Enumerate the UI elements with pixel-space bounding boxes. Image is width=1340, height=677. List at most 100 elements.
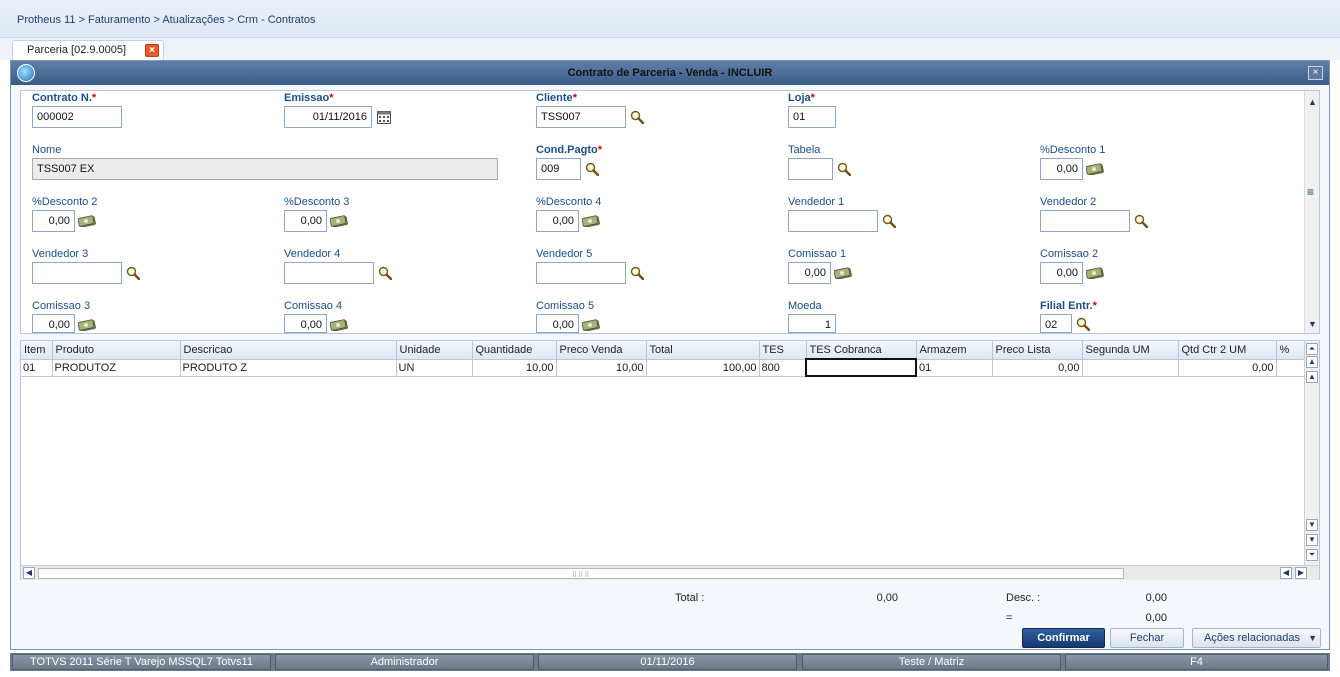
search-icon[interactable] bbox=[126, 266, 140, 280]
condpagto-field[interactable]: 009 bbox=[536, 158, 581, 180]
status-user: Administrador bbox=[275, 654, 534, 670]
emissao-field[interactable]: 01/11/2016 bbox=[284, 106, 372, 128]
desconto2-field[interactable]: 0,00 bbox=[32, 210, 75, 232]
calculator-icon[interactable] bbox=[330, 215, 348, 227]
form-scrollbar[interactable]: ▲ ≡ ▼ bbox=[1304, 91, 1319, 333]
tab-parceria[interactable]: Parceria [02.9.0005] × bbox=[12, 40, 164, 60]
scroll-thumb[interactable]: ⠿⠿⠿ bbox=[38, 568, 1124, 579]
calculator-icon[interactable] bbox=[582, 319, 600, 331]
col-header[interactable]: Produto bbox=[52, 341, 181, 360]
calculator-icon[interactable] bbox=[330, 319, 348, 331]
grid-horizontal-scrollbar[interactable]: ◀ ⠿⠿⠿ ◀ ▶ bbox=[21, 565, 1319, 580]
cell-quantidade[interactable]: 10,00 bbox=[472, 359, 557, 377]
search-icon[interactable] bbox=[882, 214, 896, 228]
contrato-field[interactable]: 000002 bbox=[32, 106, 122, 128]
search-icon[interactable] bbox=[1076, 317, 1090, 331]
vendedor3-field[interactable] bbox=[32, 262, 122, 284]
col-header[interactable]: Descricao bbox=[180, 341, 397, 360]
comissao1-field[interactable]: 0,00 bbox=[788, 262, 831, 284]
scroll-up-icon[interactable]: ▲ bbox=[1306, 371, 1318, 383]
desconto3-field[interactable]: 0,00 bbox=[284, 210, 327, 232]
cell-preco-venda[interactable]: 10,00 bbox=[556, 359, 647, 377]
cliente-field[interactable]: TSS007 bbox=[536, 106, 626, 128]
vendedor2-field[interactable] bbox=[1040, 210, 1130, 232]
scroll-left-icon[interactable]: ◀ bbox=[1280, 567, 1292, 579]
scroll-handle-icon[interactable]: ≡ bbox=[1307, 185, 1314, 199]
calculator-icon[interactable] bbox=[1086, 267, 1104, 279]
col-header[interactable]: Total bbox=[646, 341, 760, 360]
cell-preco-lista[interactable]: 0,00 bbox=[992, 359, 1083, 377]
search-icon[interactable] bbox=[630, 266, 644, 280]
loja-field[interactable]: 01 bbox=[788, 106, 836, 128]
scroll-down-icon[interactable]: ▼ bbox=[1306, 519, 1318, 531]
tabela-field[interactable] bbox=[788, 158, 833, 180]
cell-armazem[interactable]: 01 bbox=[916, 359, 993, 377]
comissao1-label: Comissao 1 bbox=[788, 248, 847, 260]
scroll-bottom-icon[interactable]: ⏷ bbox=[1306, 549, 1318, 561]
cell-produto[interactable]: PRODUTOZ bbox=[52, 359, 181, 377]
scroll-page-up-icon[interactable]: ▲ bbox=[1306, 356, 1318, 368]
close-tab-icon[interactable]: × bbox=[145, 44, 159, 57]
calculator-icon[interactable] bbox=[78, 215, 96, 227]
calculator-icon[interactable] bbox=[1086, 163, 1104, 175]
fechar-button[interactable]: Fechar bbox=[1110, 628, 1184, 648]
cell-item[interactable]: 01 bbox=[21, 359, 53, 377]
comissao4-field[interactable]: 0,00 bbox=[284, 314, 327, 333]
scroll-left-icon[interactable]: ◀ bbox=[23, 567, 35, 579]
cell-total[interactable]: 100,00 bbox=[646, 359, 760, 377]
cell-qtd-ctr-2um[interactable]: 0,00 bbox=[1178, 359, 1277, 377]
search-icon[interactable] bbox=[630, 110, 644, 124]
nome-field[interactable]: TSS007 EX bbox=[32, 158, 498, 180]
cell-tes-cobranca[interactable] bbox=[805, 358, 917, 377]
chevron-down-icon: ▼ bbox=[1308, 633, 1317, 643]
col-header[interactable]: Quantidade bbox=[472, 341, 557, 360]
scroll-right-icon[interactable]: ▶ bbox=[1295, 567, 1307, 579]
moeda-field[interactable]: 1 bbox=[788, 314, 836, 333]
comissao3-field[interactable]: 0,00 bbox=[32, 314, 75, 333]
table-row[interactable]: 01 PRODUTOZ PRODUTO Z UN 10,00 10,00 100… bbox=[21, 358, 1306, 377]
cell-unidade[interactable]: UN bbox=[396, 359, 473, 377]
col-header[interactable]: % bbox=[1276, 341, 1306, 360]
grid-vertical-scrollbar[interactable]: ⏶ ▲ ▲ ▼ ▼ ⏷ bbox=[1304, 341, 1319, 565]
vendedor5-field[interactable] bbox=[536, 262, 626, 284]
col-header[interactable]: Segunda UM bbox=[1082, 341, 1179, 360]
scroll-down-icon[interactable]: ▼ bbox=[1308, 319, 1317, 329]
acoes-relacionadas-button[interactable]: Ações relacionadas ▼ bbox=[1192, 628, 1321, 648]
cell-segunda-um[interactable] bbox=[1082, 359, 1179, 377]
scroll-up-icon[interactable]: ▲ bbox=[1308, 97, 1317, 107]
calculator-icon[interactable] bbox=[78, 319, 96, 331]
grid-header-row: Item Produto Descricao Unidade Quantidad… bbox=[21, 341, 1306, 360]
cell-percent[interactable] bbox=[1276, 359, 1306, 377]
desconto1-field[interactable]: 0,00 bbox=[1040, 158, 1083, 180]
col-header[interactable]: TES bbox=[759, 341, 807, 360]
status-system: TOTVS 2011 Série T Varejo MSSQL7 Totvs11 bbox=[12, 654, 271, 670]
desconto2-label: %Desconto 2 bbox=[32, 196, 98, 208]
col-header[interactable]: Preco Lista bbox=[992, 341, 1083, 360]
desconto4-field[interactable]: 0,00 bbox=[536, 210, 579, 232]
close-window-icon[interactable]: × bbox=[1308, 66, 1323, 80]
calendar-icon[interactable] bbox=[377, 111, 391, 124]
col-header[interactable]: Qtd Ctr 2 UM bbox=[1178, 341, 1277, 360]
vendedor4-field[interactable] bbox=[284, 262, 374, 284]
vendedor1-field[interactable] bbox=[788, 210, 878, 232]
filial-field[interactable]: 02 bbox=[1040, 314, 1072, 333]
scroll-page-down-icon[interactable]: ▼ bbox=[1306, 534, 1318, 546]
col-header[interactable]: TES Cobranca bbox=[806, 341, 917, 360]
calculator-icon[interactable] bbox=[582, 215, 600, 227]
col-header[interactable]: Armazem bbox=[916, 341, 993, 360]
search-icon[interactable] bbox=[1134, 214, 1148, 228]
search-icon[interactable] bbox=[837, 162, 851, 176]
confirmar-button[interactable]: Confirmar bbox=[1022, 628, 1105, 648]
scroll-top-icon[interactable]: ⏶ bbox=[1306, 343, 1318, 355]
total-value: 0,00 bbox=[876, 592, 898, 604]
col-header[interactable]: Item bbox=[21, 341, 53, 360]
search-icon[interactable] bbox=[585, 162, 599, 176]
cell-tes[interactable]: 800 bbox=[759, 359, 807, 377]
search-icon[interactable] bbox=[378, 266, 392, 280]
calculator-icon[interactable] bbox=[834, 267, 852, 279]
col-header[interactable]: Unidade bbox=[396, 341, 473, 360]
comissao2-field[interactable]: 0,00 bbox=[1040, 262, 1083, 284]
col-header[interactable]: Preco Venda bbox=[556, 341, 647, 360]
comissao5-field[interactable]: 0,00 bbox=[536, 314, 579, 333]
cell-descricao[interactable]: PRODUTO Z bbox=[180, 359, 397, 377]
